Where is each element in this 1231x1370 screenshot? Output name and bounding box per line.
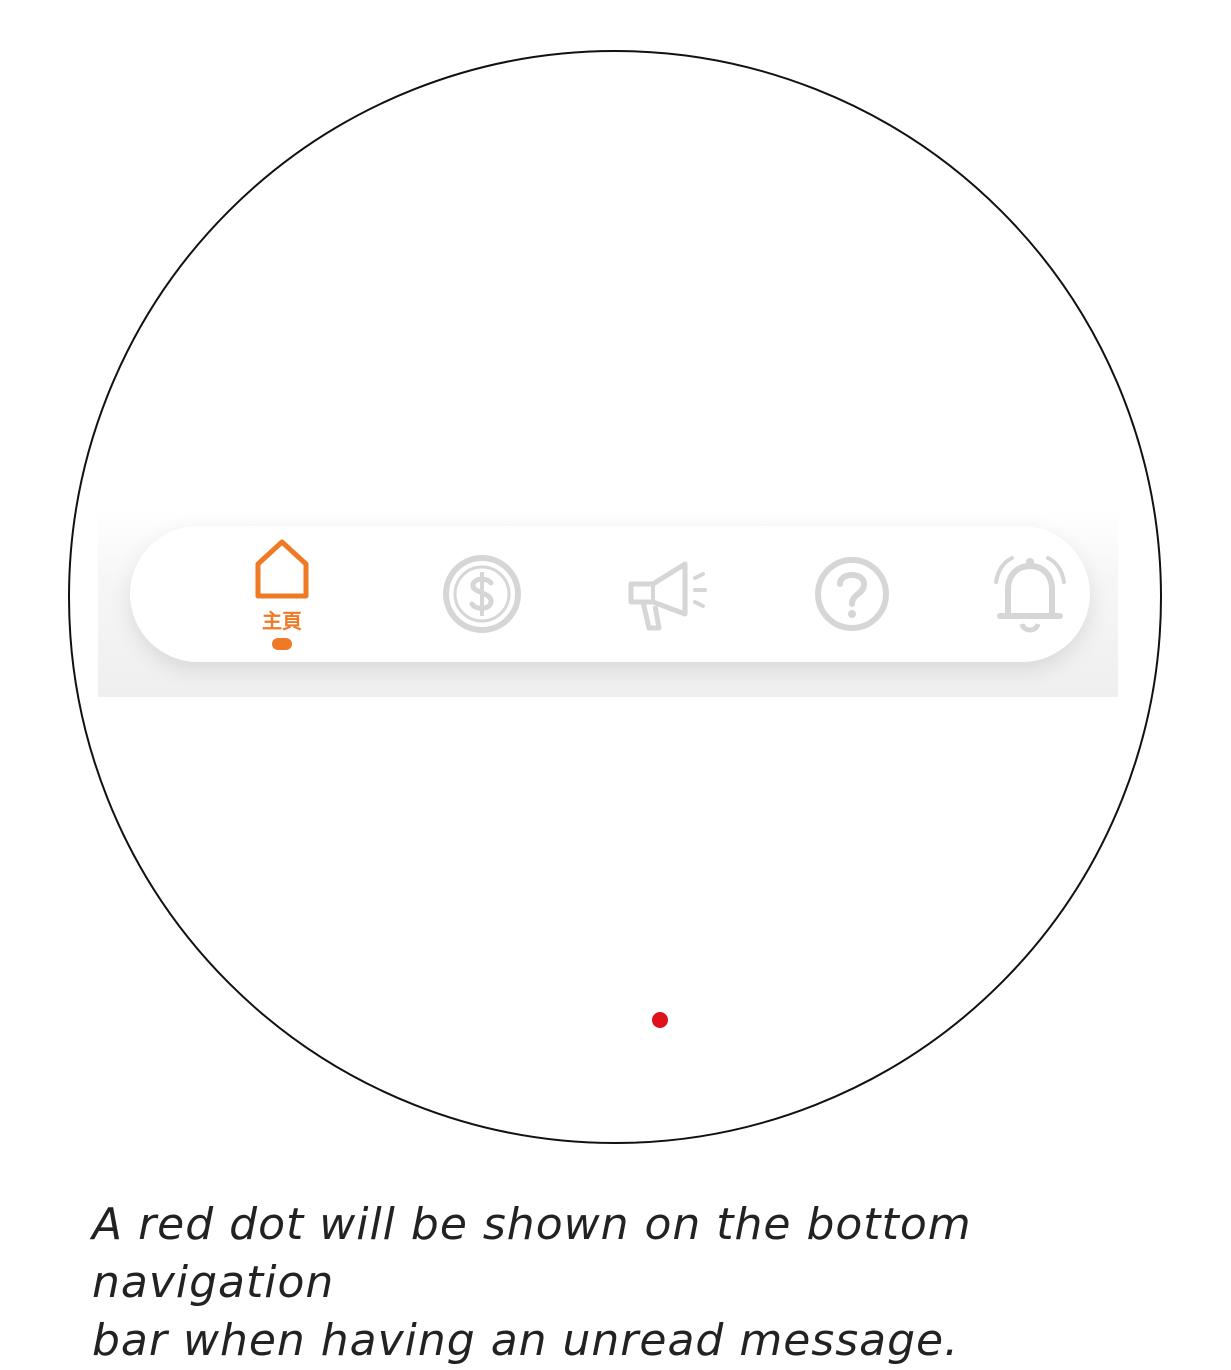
magnifier-circle: 主頁 [68, 50, 1162, 1144]
caption-line-1: A red dot will be shown on the bottom na… [92, 1199, 972, 1308]
bottom-navigation-bar: 主頁 [130, 526, 1090, 1028]
help-icon [812, 554, 892, 634]
nav-item-notifications[interactable] [970, 526, 1090, 662]
dollar-icon [440, 552, 524, 636]
caption: A red dot will be shown on the bottom na… [92, 1196, 1192, 1370]
megaphone-icon [623, 554, 713, 634]
bell-icon [988, 552, 1072, 636]
unread-badge-dot [652, 1012, 668, 1028]
nav-item-home-label: 主頁 [262, 609, 302, 633]
home-icon [252, 538, 312, 602]
nav-item-help[interactable] [792, 526, 912, 662]
nav-item-announcement[interactable] [608, 526, 728, 662]
nav-item-dollar[interactable] [422, 526, 542, 662]
caption-line-2: bar when having an unread message. [92, 1315, 960, 1366]
nav-item-home[interactable]: 主頁 [222, 526, 342, 662]
active-tab-indicator [272, 638, 292, 650]
